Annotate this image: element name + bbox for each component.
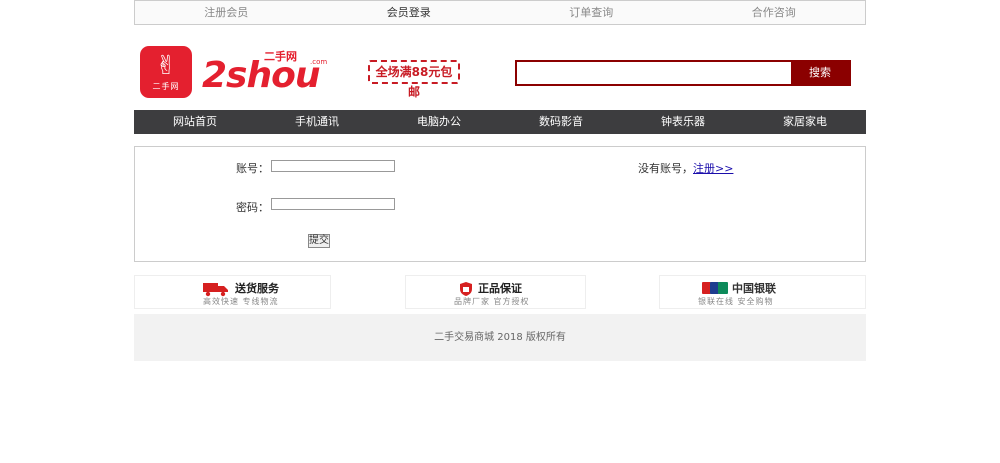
service-delivery-title: 送货服务 xyxy=(235,282,279,295)
shield-icon xyxy=(460,282,472,296)
service-strip: 送货服务 高效快速 专线物流 正品保证 品牌厂家 官方授权 中国银联 银联在线 … xyxy=(134,275,866,309)
nav-home-appliances[interactable]: 家居家电 xyxy=(744,110,866,134)
hand-v-icon: ✌ xyxy=(155,51,177,81)
account-label: 账号： xyxy=(236,162,269,175)
password-label: 密码： xyxy=(236,201,269,214)
nav-watches[interactable]: 钟表乐器 xyxy=(622,110,744,134)
no-account-text: 没有账号， xyxy=(638,162,693,175)
unionpay-icon xyxy=(702,282,728,294)
logo-badge-label: 二手网 xyxy=(152,82,180,91)
top-nav-order-query[interactable]: 订单查询 xyxy=(500,1,683,24)
site-logo[interactable]: 二手网 2shou .com xyxy=(202,48,332,98)
service-unionpay: 中国银联 银联在线 安全购物 xyxy=(659,275,866,309)
submit-button[interactable]: 提交 xyxy=(308,234,330,248)
nav-phones[interactable]: 手机通讯 xyxy=(256,110,378,134)
copyright-text: 二手交易商城 2018 版权所有 xyxy=(434,332,566,343)
account-field[interactable] xyxy=(271,160,395,172)
register-prompt: 没有账号，注册>> xyxy=(638,160,733,176)
search-button[interactable]: 搜索 xyxy=(791,62,849,84)
main-nav: 网站首页 手机通讯 电脑办公 数码影音 钟表乐器 家居家电 xyxy=(134,110,866,134)
service-delivery: 送货服务 高效快速 专线物流 xyxy=(134,275,331,309)
password-row: 密码： xyxy=(195,199,269,214)
service-authentic-subtitle: 品牌厂家 官方授权 xyxy=(454,297,530,306)
top-nav-cooperation[interactable]: 合作咨询 xyxy=(683,1,866,24)
service-authentic: 正品保证 品牌厂家 官方授权 xyxy=(405,275,586,309)
top-nav-login[interactable]: 会员登录 xyxy=(318,1,501,24)
truck-icon xyxy=(203,283,228,297)
service-unionpay-subtitle: 银联在线 安全购物 xyxy=(698,297,774,306)
nav-computers[interactable]: 电脑办公 xyxy=(378,110,500,134)
logo-badge[interactable]: ✌ 二手网 xyxy=(140,46,192,98)
logo-wordmark: 2shou xyxy=(202,55,320,96)
service-delivery-subtitle: 高效快速 专线物流 xyxy=(203,297,279,306)
nav-home[interactable]: 网站首页 xyxy=(134,110,256,134)
login-panel: 账号： 密码： 提交 没有账号，注册>> xyxy=(134,146,866,262)
search-input[interactable] xyxy=(517,62,791,84)
service-authentic-title: 正品保证 xyxy=(478,282,522,295)
promo-stamp: 全场满88元包邮 xyxy=(368,60,460,99)
top-nav-register[interactable]: 注册会员 xyxy=(135,1,318,24)
logo-com: .com xyxy=(310,58,328,66)
password-field[interactable] xyxy=(271,198,395,210)
header: ✌ 二手网 二手网 2shou .com 全场满88元包邮 搜索 xyxy=(134,44,866,100)
footer: 二手交易商城 2018 版权所有 xyxy=(134,314,866,361)
search-bar: 搜索 xyxy=(515,60,851,86)
service-unionpay-title: 中国银联 xyxy=(732,282,776,295)
nav-digital[interactable]: 数码影音 xyxy=(500,110,622,134)
register-link[interactable]: 注册>> xyxy=(693,162,733,175)
account-row: 账号： xyxy=(195,160,269,175)
top-nav: 注册会员 会员登录 订单查询 合作咨询 xyxy=(134,0,866,25)
